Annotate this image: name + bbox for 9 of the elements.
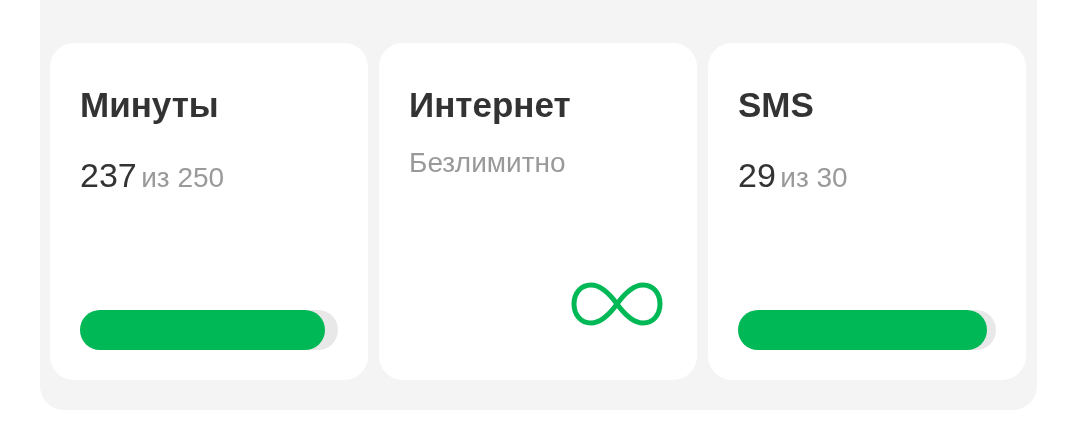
used-amount: 237 <box>80 156 137 194</box>
total-amount: из 30 <box>780 162 848 193</box>
package-title: Интернет <box>409 84 572 126</box>
total-amount: из 250 <box>141 162 225 193</box>
used-amount: 29 <box>738 156 776 194</box>
infinity-icon <box>571 281 663 327</box>
package-title: SMS <box>738 84 815 126</box>
package-title: Минуты <box>80 84 220 126</box>
unlimited-label: Безлимитно <box>409 147 567 179</box>
